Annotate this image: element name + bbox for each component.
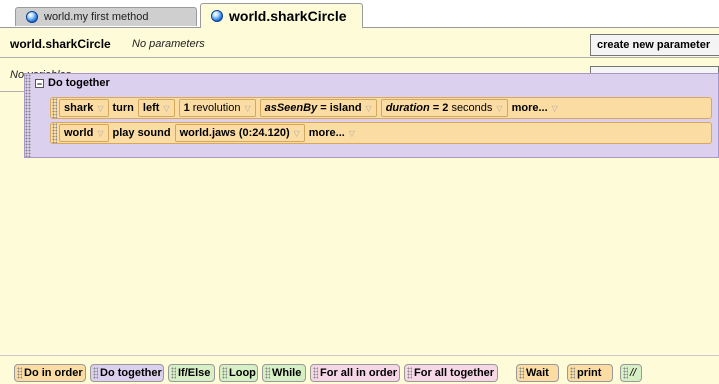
- drag-handle: [265, 367, 270, 379]
- dropdown-arrow-icon: ▽: [365, 103, 372, 113]
- drag-handle: [407, 367, 412, 379]
- tab-world-sharkcircle[interactable]: world.sharkCircle: [200, 3, 363, 28]
- method-name: turn: [112, 102, 134, 114]
- parameters-text: No parameters: [132, 38, 205, 50]
- tab-label: world.my first method: [44, 11, 149, 23]
- drag-handle[interactable]: [52, 98, 57, 118]
- duration-dropdown[interactable]: duration = 2 seconds ▽: [380, 99, 508, 117]
- palette-if-else[interactable]: If/Else: [168, 364, 215, 382]
- statement-world-play-sound[interactable]: world ▽ play sound world.jaws (0:24.120) ▽…: [50, 122, 712, 144]
- palette-while[interactable]: While: [262, 364, 306, 382]
- create-new-parameter-button[interactable]: create new parameter: [590, 34, 719, 56]
- drag-handle: [222, 367, 227, 379]
- palette-wait[interactable]: Wait: [516, 364, 559, 382]
- dropdown-arrow-icon: ▽: [348, 128, 355, 138]
- dropdown-arrow-icon: ▽: [97, 128, 104, 138]
- method-ball-icon: [26, 11, 38, 23]
- do-together-header: − Do together: [35, 77, 110, 89]
- palette-for-all-in-order[interactable]: For all in order: [310, 364, 400, 382]
- dropdown-arrow-icon: ▽: [244, 103, 251, 113]
- object-dropdown[interactable]: shark ▽: [59, 99, 109, 117]
- drag-handle: [519, 367, 524, 379]
- drag-handle: [313, 367, 318, 379]
- drag-handle: [171, 367, 176, 379]
- drag-handle: [17, 367, 22, 379]
- direction-dropdown[interactable]: left ▽: [137, 99, 175, 117]
- more-dropdown[interactable]: more... ▽: [512, 102, 558, 114]
- tab-world-my-first-method[interactable]: world.my first method: [15, 7, 197, 26]
- dropdown-arrow-icon: ▽: [97, 103, 104, 113]
- dropdown-arrow-icon: ▽: [551, 103, 558, 113]
- do-together-label: Do together: [48, 77, 110, 89]
- palette-do-in-order[interactable]: Do in order: [14, 364, 86, 382]
- method-tab-bar: world.my first method world.sharkCircle: [0, 0, 719, 28]
- more-dropdown[interactable]: more... ▽: [309, 127, 355, 139]
- palette-comment[interactable]: //: [620, 364, 642, 382]
- drag-handle[interactable]: [52, 123, 57, 143]
- statement-shark-turn[interactable]: shark ▽ turn left ▽ 1 revolution ▽ asSeenBy…: [50, 97, 712, 119]
- method-title: world.sharkCircle: [10, 37, 111, 51]
- method-header: world.sharkCircle No parameters create n…: [0, 28, 719, 58]
- drag-handle[interactable]: [25, 74, 31, 157]
- object-dropdown[interactable]: world ▽: [59, 124, 109, 142]
- amount-dropdown[interactable]: 1 revolution ▽: [178, 99, 256, 117]
- asseenby-dropdown[interactable]: asSeenBy = island ▽: [259, 99, 377, 117]
- drag-handle: [623, 367, 628, 379]
- dropdown-arrow-icon: ▽: [293, 128, 300, 138]
- method-ball-icon: [211, 10, 223, 22]
- sound-dropdown[interactable]: world.jaws (0:24.120) ▽: [174, 124, 305, 142]
- palette-print[interactable]: print: [567, 364, 613, 382]
- control-palette: Do in order Do together If/Else Loop Whi…: [0, 355, 719, 384]
- method-name: play sound: [112, 127, 171, 139]
- collapse-icon[interactable]: −: [35, 78, 44, 88]
- drag-handle: [570, 367, 575, 379]
- dropdown-arrow-icon: ▽: [163, 103, 170, 113]
- palette-for-all-together[interactable]: For all together: [404, 364, 498, 382]
- drag-handle: [93, 367, 98, 379]
- tab-label: world.sharkCircle: [229, 8, 347, 24]
- palette-do-together[interactable]: Do together: [90, 364, 164, 382]
- dropdown-arrow-icon: ▽: [496, 103, 503, 113]
- palette-loop[interactable]: Loop: [219, 364, 258, 382]
